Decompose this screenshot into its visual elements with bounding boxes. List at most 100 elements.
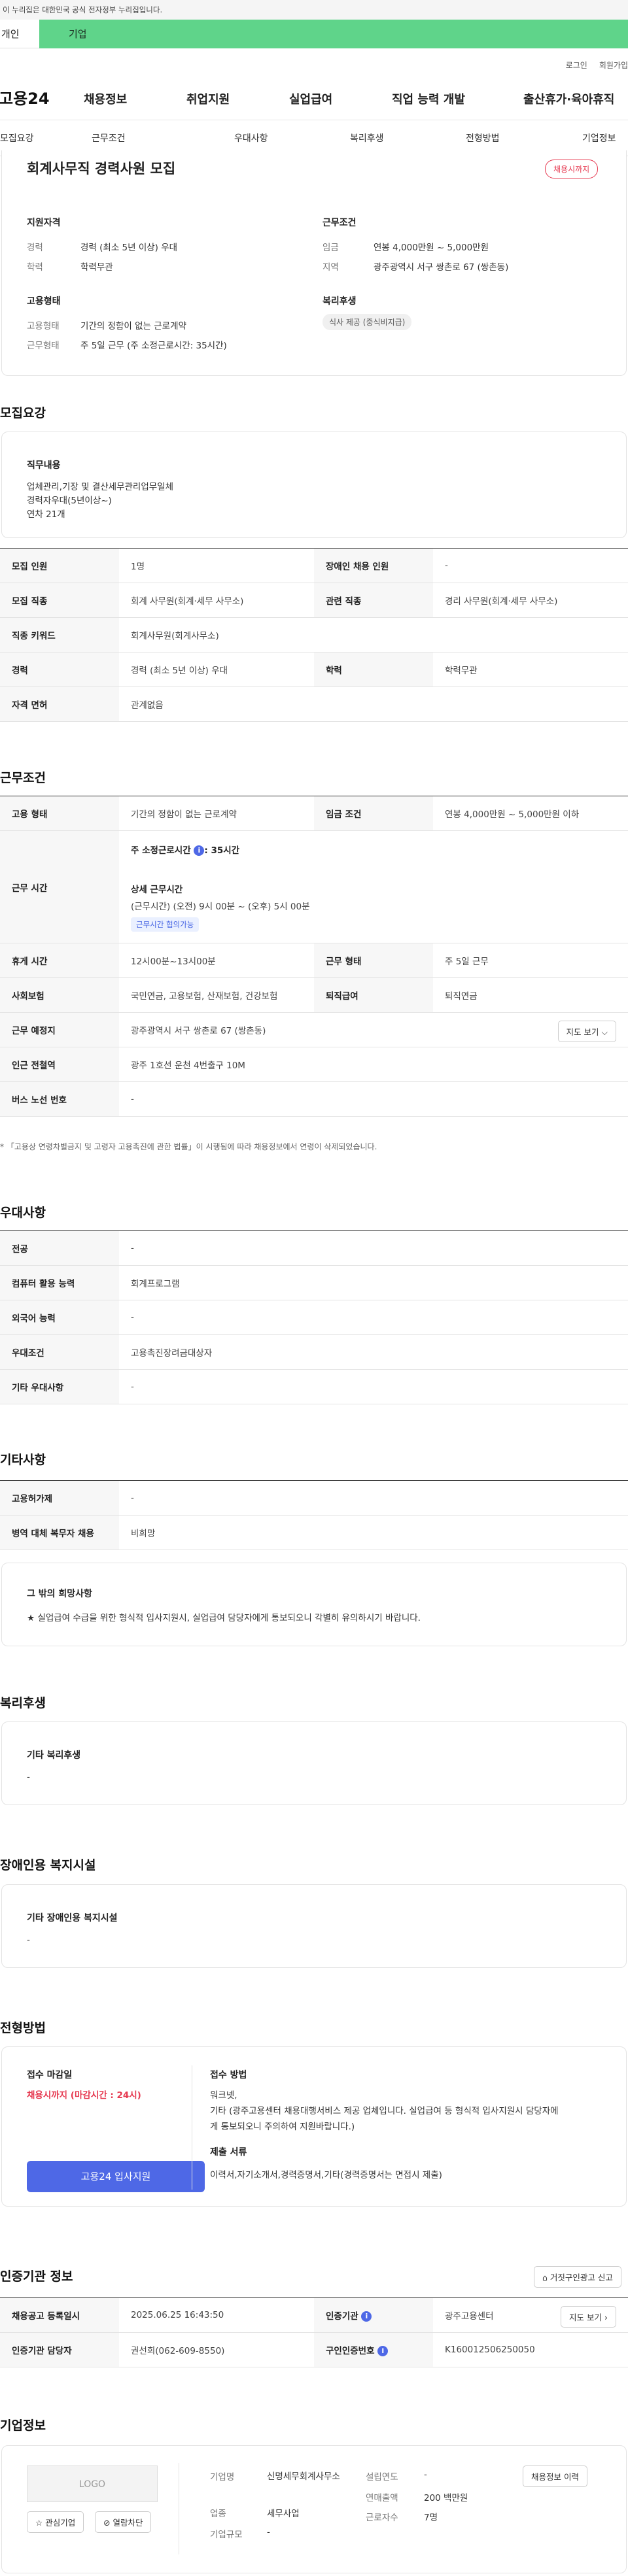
cert-number-label: 구인인증번호 <box>326 2346 375 2356</box>
table-row: 모집 직종 회계 사무원(회계·세무 사무소) 관련 직종 경리 사무원(회계·… <box>0 583 628 618</box>
table-header-cell: 인증기관 담당자 <box>0 2332 119 2367</box>
info-icon[interactable]: i <box>377 2346 389 2356</box>
cert-table: 채용공고 등록일시 2025.06.25 16:43:50 인증기관 i 광주고… <box>0 2297 628 2367</box>
table-cell: 2025.06.25 16:43:50 <box>119 2297 314 2333</box>
recruit-table: 모집 인원 1명 장애인 채용 인원 - 모집 직종 회계 사무원(회계·세무 … <box>0 548 628 722</box>
detail-hours-value: (근무시간) (오전) 9시 00분 ~ (오후) 5시 00분 <box>131 901 310 912</box>
qualification-title: 지원자격 <box>27 218 61 228</box>
tab-company-info[interactable]: 기업정보 <box>582 131 616 144</box>
company-name-label: 기업명 <box>210 2472 235 2483</box>
section-title-cert: 인증기관 정보 <box>0 2269 73 2284</box>
block-view-button[interactable]: ⊘ 열람차단 <box>95 2511 152 2533</box>
table-header-cell: 고용허가제 <box>0 1480 119 1516</box>
table-header-cell: 우대조건 <box>0 1334 119 1370</box>
block-icon: ⊘ <box>103 2518 111 2528</box>
table-cell: - <box>119 1081 628 1117</box>
table-row: 사회보험 국민연금, 고용보험, 산재보험, 건강보험 퇴직급여 퇴직연금 <box>0 977 628 1013</box>
wage-label: 임금 <box>323 243 339 253</box>
table-cell: 기간의 정함이 없는 근로계약 <box>119 796 314 831</box>
company-size-label: 기업규모 <box>210 2530 243 2540</box>
gnb-item-training[interactable]: 직업 능력 개발 <box>392 90 465 107</box>
table-cell: - <box>119 1369 628 1404</box>
industry-value: 세무사업 <box>267 2509 300 2519</box>
table-header-cell: 관련 직종 <box>314 583 433 618</box>
utility-links: 로그인 회원가입 <box>0 48 628 75</box>
gnb-item-unemployment-benefit[interactable]: 실업급여 <box>289 90 332 107</box>
welfare-box-text: - <box>27 1772 30 1782</box>
work-hours-cell: 주 소정근로시간 i: 35시간 상세 근무시간 (근무시간) (오전) 9시 … <box>119 830 628 943</box>
tab-personal[interactable]: 개인 <box>0 20 39 48</box>
info-icon[interactable]: i <box>194 845 205 856</box>
section-title-recruit: 모집요강 <box>0 406 46 420</box>
table-cell: - <box>119 1480 628 1516</box>
table-row: 컴퓨터 활용 능력 회계프로그램 <box>0 1265 628 1300</box>
disabled-card: 기타 장애인용 복지시설 - <box>1 1884 627 1968</box>
tab-recruit[interactable]: 모집요강 <box>0 131 34 144</box>
site-logo[interactable]: 고용24 <box>0 86 80 109</box>
work-place-value: 광주광역시 서구 쌍촌로 67 (쌍촌동) <box>131 1026 266 1036</box>
job-summary-card: 회계사무직 경력사원 모집 채용시까지 지원자격 경력 경력 (최소 5년 이상… <box>1 150 627 376</box>
table-header-cell: 사회보험 <box>0 977 119 1013</box>
table-cell: 학력무관 <box>433 652 628 687</box>
report-fake-ad-button[interactable]: ⌂ 거짓구인광고 신고 <box>534 2266 621 2288</box>
duty-line: 업체관리,기장 및 결산세무관리업무일체 <box>27 482 174 492</box>
table-header-cell: 기타 우대사항 <box>0 1369 119 1404</box>
info-icon[interactable]: i <box>361 2311 372 2322</box>
welfare-title: 복리후생 <box>323 296 357 307</box>
table-row: 경력 경력 (최소 5년 이상) 우대 학력 학력무관 <box>0 652 628 687</box>
emp-type-label: 고용형태 <box>27 321 60 331</box>
table-cell: 관계없음 <box>119 686 628 722</box>
age-notice: * 「고용상 연령차별금지 및 고령자 고용촉진에 관한 법률」이 시행됨에 따… <box>0 1142 377 1151</box>
section-title-welfare: 복리후생 <box>0 1696 46 1710</box>
tab-company[interactable]: 기업 <box>39 20 628 48</box>
etc-table: 고용허가제 - 병역 대체 복무자 채용 비희망 <box>0 1480 628 1550</box>
table-row: 인증기관 담당자 권선희(062-609-8550) 구인인증번호 i K160… <box>0 2332 628 2367</box>
tab-preferences[interactable]: 우대사항 <box>234 131 268 144</box>
region-label: 지역 <box>323 262 339 273</box>
table-cell: 회계 사무원(회계·세무 사무소) <box>119 583 314 618</box>
apply-button[interactable]: 고용24 입사지원 <box>27 2161 205 2192</box>
table-cell: 경리 사무원(회계·세무 사무소) <box>433 583 628 618</box>
table-cell: 권선희(062-609-8550) <box>119 2332 314 2367</box>
table-header-cell: 자격 면허 <box>0 686 119 722</box>
age-notice-text: 「고용상 연령차별금지 및 고령자 고용촉진에 관한 법률」이 시행됨에 따라 … <box>6 1142 377 1151</box>
table-header-cell: 전공 <box>0 1230 119 1266</box>
tab-process[interactable]: 전형방법 <box>466 131 500 144</box>
table-row: 근무 시간 주 소정근로시간 i: 35시간 상세 근무시간 (근무시간) (오… <box>0 830 628 943</box>
status-badge: 채용시까지 <box>545 160 599 178</box>
signup-link[interactable]: 회원가입 <box>599 61 628 70</box>
preferences-table: 전공 - 컴퓨터 활용 능력 회계프로그램 외국어 능력 - 우대조건 고용촉진장려금대… <box>0 1230 628 1404</box>
table-row: 우대조건 고용촉진장려금대상자 <box>0 1334 628 1370</box>
table-row: 휴게 시간 12시00분~13시00분 근무 형태 주 5일 근무 <box>0 943 628 978</box>
hiring-history-button[interactable]: 채용정보 이력 <box>523 2466 587 2487</box>
section-title-etc: 기타사항 <box>0 1453 46 1467</box>
cert-map-button[interactable]: 지도 보기 › <box>561 2306 616 2328</box>
qual-career-label: 경력 <box>27 243 43 253</box>
table-header-cell: 채용공고 등록일시 <box>0 2297 119 2333</box>
table-row: 자격 면허 관계없음 <box>0 686 628 722</box>
map-view-button[interactable]: 지도 보기 ⌵ <box>557 1021 616 1042</box>
tab-work-conditions[interactable]: 근무조건 <box>92 131 126 144</box>
table-header-cell: 근무 예정지 <box>0 1012 119 1047</box>
table-row: 인근 전철역 광주 1호선 운천 4번출구 10M <box>0 1047 628 1082</box>
tab-welfare[interactable]: 복리후생 <box>350 131 384 144</box>
favorite-company-label: 관심기업 <box>45 2518 76 2528</box>
gnb-item-jobs[interactable]: 채용정보 <box>84 90 127 107</box>
deadline-title: 접수 마감일 <box>27 2070 73 2080</box>
gnb-item-parental-leave[interactable]: 출산휴가·육아휴직 <box>523 90 628 107</box>
table-row: 외국어 능력 - <box>0 1300 628 1335</box>
welfare-tag: 식사 제공 (중식비지급) <box>323 314 412 330</box>
employment-title: 고용형태 <box>27 296 61 307</box>
duty-line: 경력자우대(5년이상~) <box>27 496 112 506</box>
login-link[interactable]: 로그인 <box>566 61 587 70</box>
employees-value: 7명 <box>424 2513 438 2523</box>
section-title-process: 전형방법 <box>0 2021 46 2035</box>
docs-value: 이력서,자기소개서,경력증명서,기타(경력증명서는 면접시 제출) <box>210 2170 442 2180</box>
chevron-right-icon: › <box>604 2313 608 2322</box>
gnb-item-employment-support[interactable]: 취업지원 <box>186 90 230 107</box>
disabled-box-title: 기타 장애인용 복지시설 <box>27 1913 118 1924</box>
table-cell: - <box>119 1230 628 1266</box>
table-header-cell: 모집 직종 <box>0 583 119 618</box>
table-header-cell: 구인인증번호 i <box>314 2332 433 2367</box>
favorite-company-button[interactable]: ☆ 관심기업 <box>27 2511 84 2533</box>
